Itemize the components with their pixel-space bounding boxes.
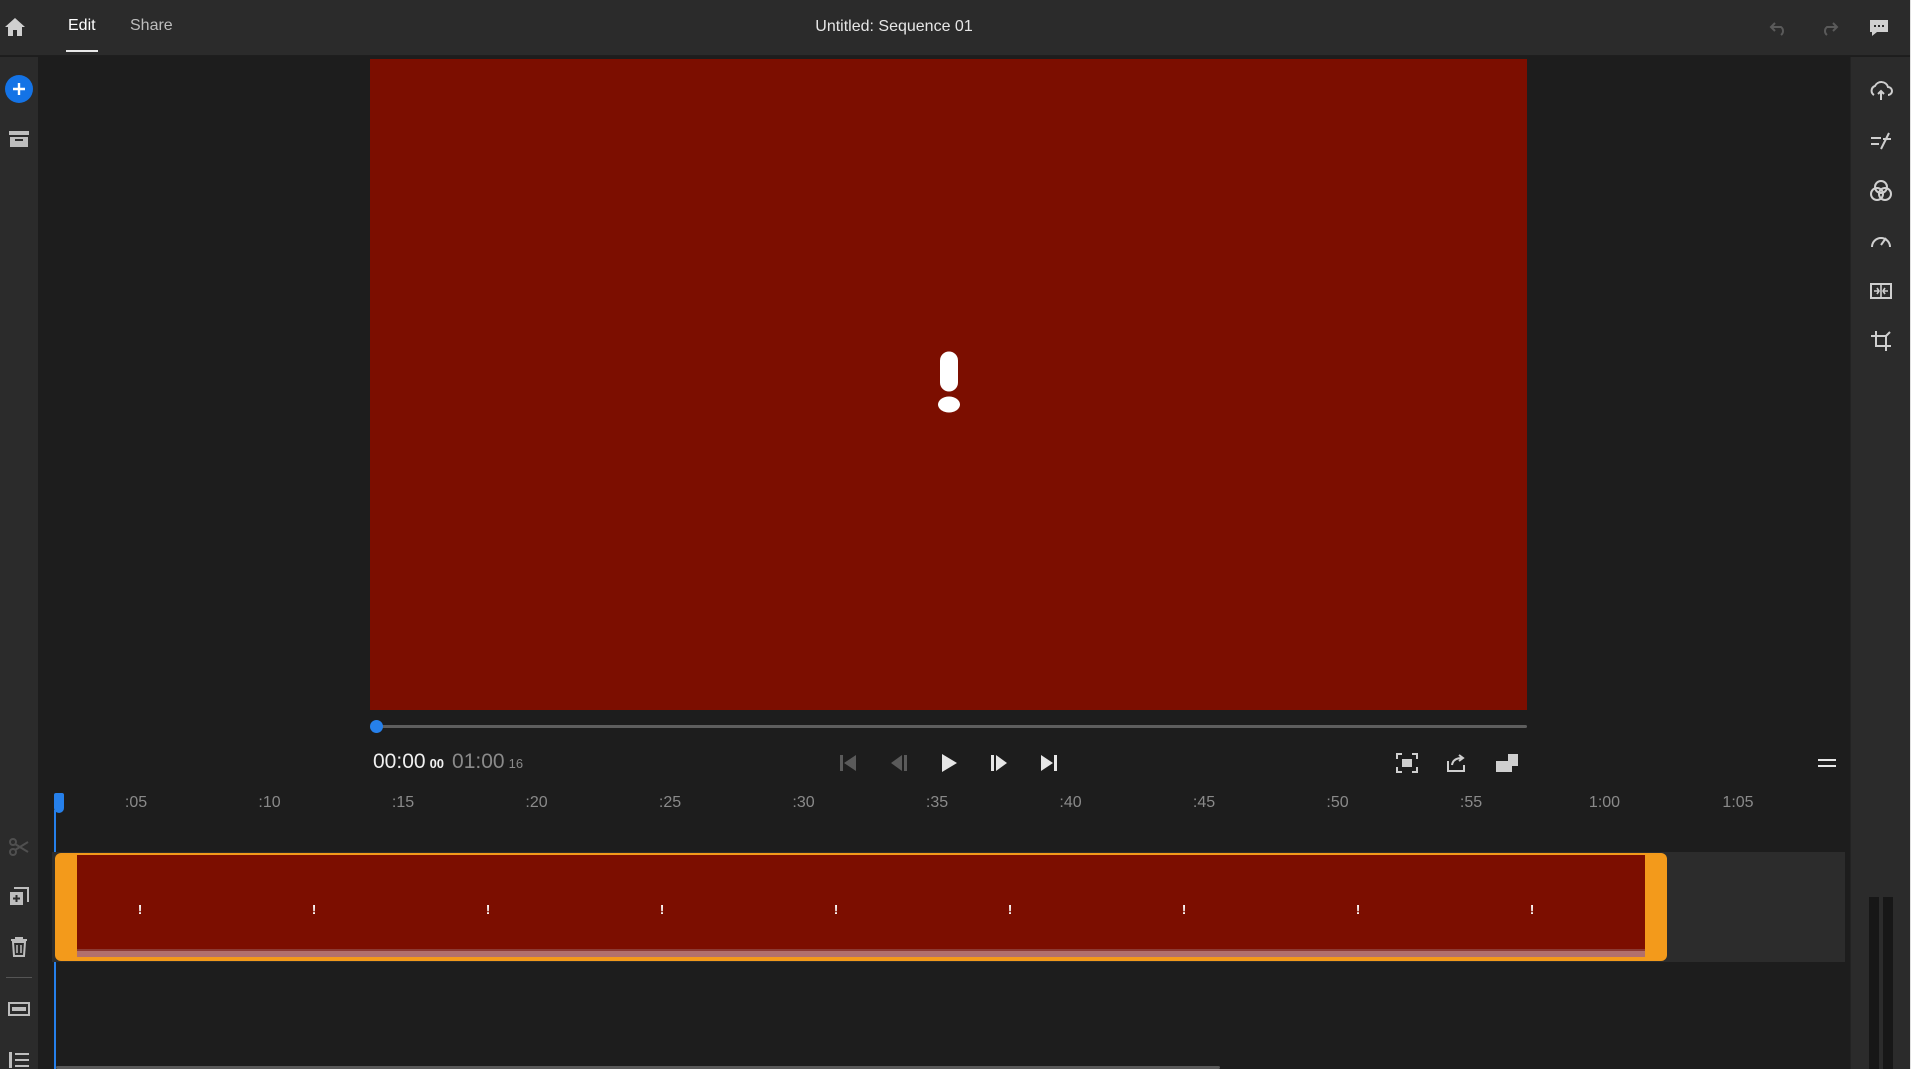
aspect-ratio-icon [1496,754,1518,772]
ruler-tick-label: 1:00 [1588,794,1621,811]
duplicate-icon [10,887,29,905]
audio-level-meter [1869,897,1893,1069]
fit-to-screen-icon [1396,753,1418,773]
adjust-effects-icon [1871,132,1891,150]
split-button[interactable] [4,832,34,862]
warning-exclamation-icon [937,351,961,418]
list-view-icon [9,1052,29,1068]
aspect-ratio-button[interactable] [1492,748,1522,778]
add-track-icon [8,1002,30,1016]
window-edge [1910,0,1931,1069]
right-toolbar [1850,57,1910,1069]
go-to-start-icon [840,755,856,771]
go-to-start-button[interactable] [833,748,863,778]
preview-monitor[interactable] [370,59,1527,710]
duration-time: 01:00 [452,750,505,773]
page-title: Untitled: Sequence 01 [815,18,973,35]
duplicate-button[interactable] [4,882,34,912]
comments-button[interactable] [1864,13,1894,43]
clip-warning-marker: ! [1181,902,1187,917]
timecode-display: 00:00 00 01:00 16 [373,750,523,774]
undo-icon [1769,22,1784,36]
ruler-tick-label: :30 [792,794,815,811]
step-back-button[interactable] [884,748,914,778]
add-track-button[interactable] [4,994,34,1024]
panel-menu-button[interactable] [1812,748,1842,778]
color-button[interactable] [1865,175,1897,207]
crop-button[interactable] [1865,325,1897,357]
speed-button[interactable] [1865,225,1897,257]
add-media-icon [5,75,33,103]
current-time: 00:00 [373,750,426,773]
ruler-tick-label: :35 [925,794,949,811]
adjust-effects-button[interactable] [1865,125,1897,157]
step-forward-button[interactable] [984,748,1014,778]
transitions-button[interactable] [1865,275,1897,307]
media-bin-icon [9,131,29,147]
clip-warning-marker: ! [1529,902,1535,917]
step-forward-icon [991,755,1007,771]
ruler-tick-label: :50 [1326,794,1349,811]
delete-icon [11,937,27,957]
speed-icon [1871,237,1891,248]
go-to-end-button[interactable] [1034,748,1064,778]
top-bar: Edit Share Untitled: Sequence 01 [0,0,1910,56]
clip-warning-marker: ! [1355,902,1361,917]
left-toolbar [0,57,38,1069]
current-frames: 00 [429,756,445,771]
auto-reframe-button[interactable] [1865,75,1897,107]
crop-icon [1871,331,1891,351]
ruler-tick-label: 1:05 [1722,794,1754,811]
clip-warning-marker: ! [833,902,839,917]
delete-button[interactable] [4,932,34,962]
ruler-tick-label: :25 [658,794,682,811]
go-to-end-icon [1041,755,1057,771]
redo-button[interactable] [1814,13,1844,43]
comment-icon [1870,20,1888,36]
ruler-tick-label: :05 [124,794,148,811]
export-frame-icon [1447,754,1465,772]
timeline-ruler[interactable]: :05 :10 :15 :20 :25 :30 :35 :40 :45 :50 :55 1:00 1:0… [52,790,1847,818]
ruler-tick-label: :45 [1192,794,1216,811]
clip-warning-marker: ! [137,902,143,917]
rail-divider [6,977,32,978]
export-frame-button[interactable] [1442,748,1472,778]
panel-menu-icon [1818,759,1836,767]
timeline-clip[interactable]: !!!!!!!!! [55,853,1667,961]
media-bin-button[interactable] [4,124,34,154]
ruler-tick-label: :55 [1459,794,1483,811]
fit-to-screen-button[interactable] [1392,748,1422,778]
ruler-tick-label: :10 [258,794,281,811]
list-view-button[interactable] [4,1045,34,1069]
add-media-button[interactable] [4,74,34,104]
clip-warning-marker: ! [485,902,491,917]
transitions-icon [1870,283,1892,299]
ruler-tick-label: :40 [1059,794,1082,811]
play-button[interactable] [934,748,964,778]
clip-warning-marker: ! [659,902,665,917]
color-icon [1870,180,1892,201]
scrubber-handle[interactable] [370,720,383,733]
redo-icon [1824,22,1839,36]
clip-warning-marker: ! [311,902,317,917]
ruler-tick-label: :20 [525,794,548,811]
clip-audio-strip [77,949,1645,957]
duration-frames: 16 [508,756,524,771]
clip-body: !!!!!!!!! [77,855,1645,957]
step-back-icon [891,755,907,771]
play-icon [942,754,957,772]
undo-button[interactable] [1764,13,1794,43]
auto-reframe-icon [1870,81,1893,100]
ruler-tick-label: :15 [391,794,415,811]
playback-scrubber[interactable] [370,720,1527,733]
clip-warning-marker: ! [1007,902,1013,917]
split-scissors-icon [9,838,29,856]
